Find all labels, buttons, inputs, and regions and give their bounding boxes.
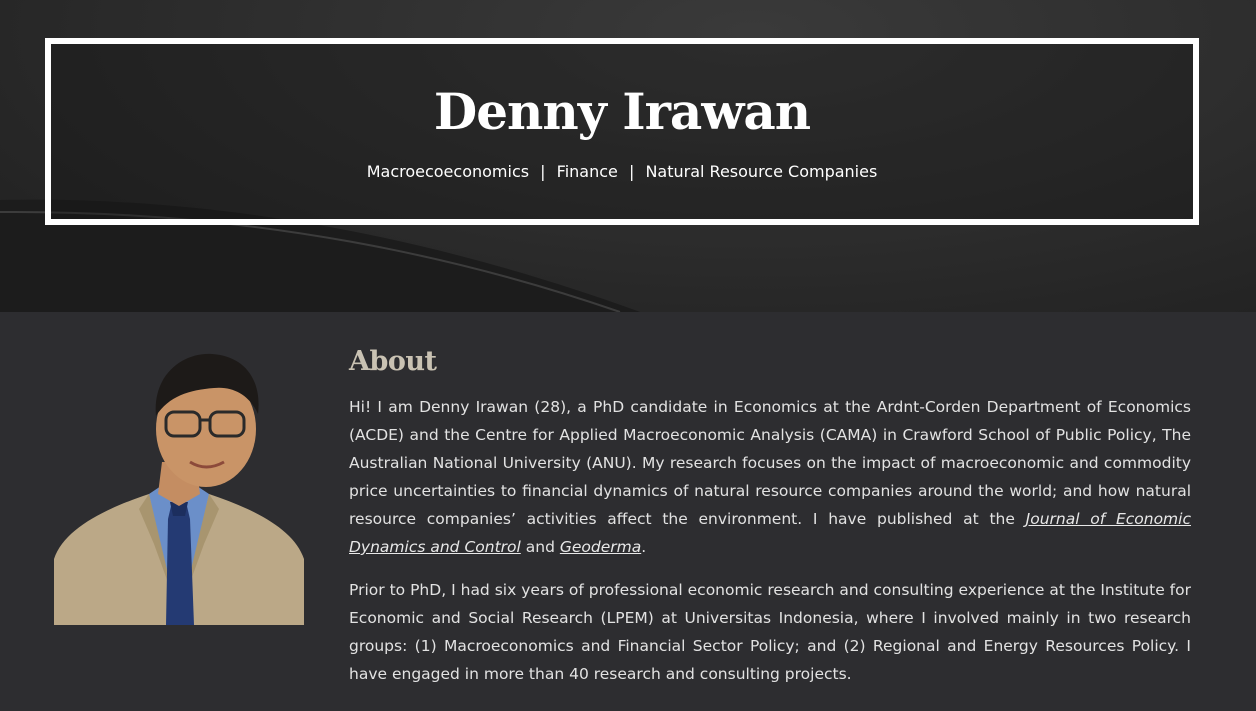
tagline-item-finance: Finance — [556, 162, 618, 181]
about-paragraph-1: Hi! I am Denny Irawan (28), a PhD candid… — [349, 393, 1191, 561]
profile-photo — [54, 344, 304, 626]
profile-photo-icon — [54, 353, 304, 626]
tagline-separator: | — [540, 162, 546, 181]
about-heading: About — [349, 346, 437, 377]
tagline-item-macroeconomics: Macroecoeconomics — [366, 162, 530, 181]
paragraph-1-end: . — [641, 538, 647, 556]
title-box: Denny Irawan Macroecoeconomics | Finance… — [45, 38, 1199, 225]
hero-banner: Denny Irawan Macroecoeconomics | Finance… — [0, 0, 1256, 312]
about-section: About Hi! I am Denny Irawan (28), a PhD … — [349, 346, 1191, 703]
site-title[interactable]: Denny Irawan — [51, 82, 1193, 141]
paragraph-1-text: Hi! I am Denny Irawan (28), a PhD candid… — [349, 398, 1191, 528]
tagline-separator: | — [628, 162, 635, 181]
paragraph-1-and: and — [520, 538, 560, 556]
main-content: About Hi! I am Denny Irawan (28), a PhD … — [0, 312, 1256, 711]
about-paragraph-2: Prior to PhD, I had six years of profess… — [349, 581, 1191, 683]
geoderma-link[interactable]: Geoderma — [560, 538, 641, 556]
tagline-item-natural-resource: Natural Resource Companies — [645, 162, 878, 181]
site-tagline: Macroecoeconomics | Finance | Natural Re… — [51, 162, 1193, 181]
